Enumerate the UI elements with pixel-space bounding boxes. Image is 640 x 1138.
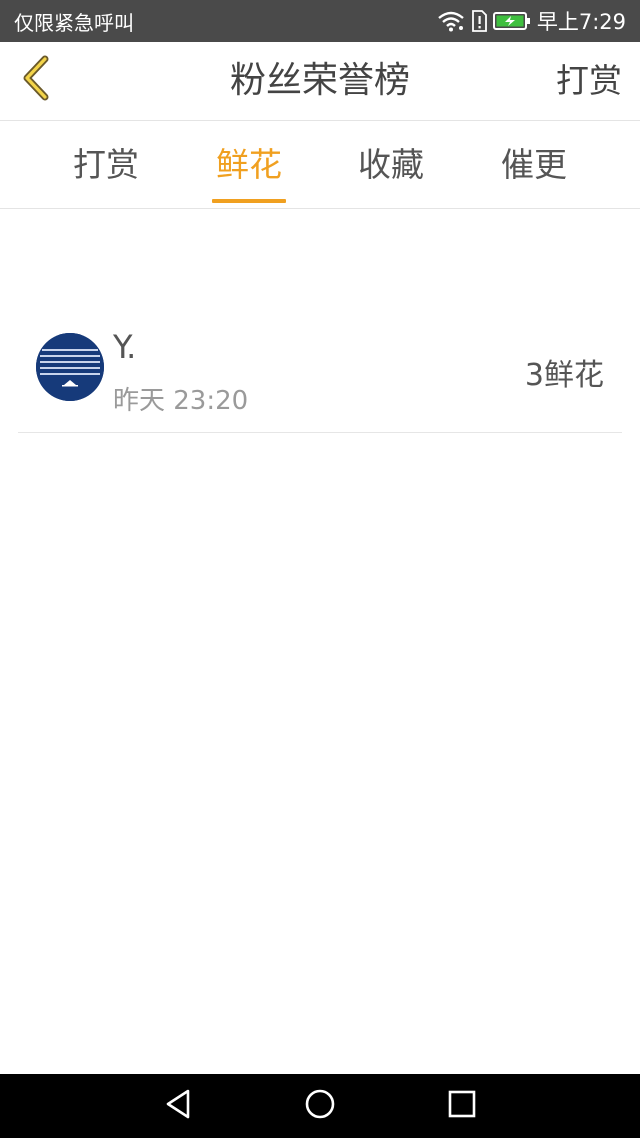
carrier-text: 仅限紧急呼叫 <box>14 10 134 35</box>
home-circle-icon <box>304 1088 336 1124</box>
tab-urge-update[interactable]: 催更 <box>484 121 584 208</box>
title-bar: 粉丝荣誉榜 打赏 <box>0 42 640 121</box>
nav-home-button[interactable] <box>300 1086 340 1126</box>
avatar[interactable] <box>36 333 104 401</box>
flower-count: 3鲜花 <box>524 358 604 393</box>
wifi-icon <box>437 10 465 32</box>
tab-favorites[interactable]: 收藏 <box>341 121 441 208</box>
tab-reward[interactable]: 打赏 <box>56 121 156 208</box>
screen: 仅限紧急呼叫 早上7:29 粉丝荣誉榜 打赏 打赏 鲜花 收藏 催更 Y. 昨天… <box>0 0 640 1138</box>
sim-alert-icon <box>471 10 487 32</box>
fan-list: Y. 昨天 23:20 3鲜花 <box>18 300 622 433</box>
tab-label: 鲜花 <box>216 145 282 184</box>
item-time: 昨天 23:20 <box>113 386 249 416</box>
page-title: 粉丝荣誉榜 <box>229 60 410 101</box>
user-name: Y. <box>113 328 137 366</box>
reward-button[interactable]: 打赏 <box>556 42 622 120</box>
active-tab-indicator <box>212 199 286 203</box>
tab-label: 打赏 <box>73 145 139 184</box>
tab-label: 催更 <box>501 145 567 184</box>
clock: 早上7:29 <box>536 10 626 34</box>
nav-back-button[interactable] <box>158 1086 198 1126</box>
navigation-bar <box>0 1074 640 1138</box>
status-icons: 早上7:29 <box>437 0 626 42</box>
nav-recents-button[interactable] <box>442 1086 482 1126</box>
tab-flowers[interactable]: 鲜花 <box>199 121 299 208</box>
status-bar: 仅限紧急呼叫 早上7:29 <box>0 0 640 42</box>
battery-charging-icon <box>492 11 531 31</box>
back-triangle-icon <box>164 1088 192 1124</box>
tab-bar: 打赏 鲜花 收藏 催更 <box>0 121 640 209</box>
tab-label: 收藏 <box>358 145 424 184</box>
recent-square-icon <box>448 1090 476 1122</box>
list-item[interactable]: Y. 昨天 23:20 3鲜花 <box>18 300 622 433</box>
